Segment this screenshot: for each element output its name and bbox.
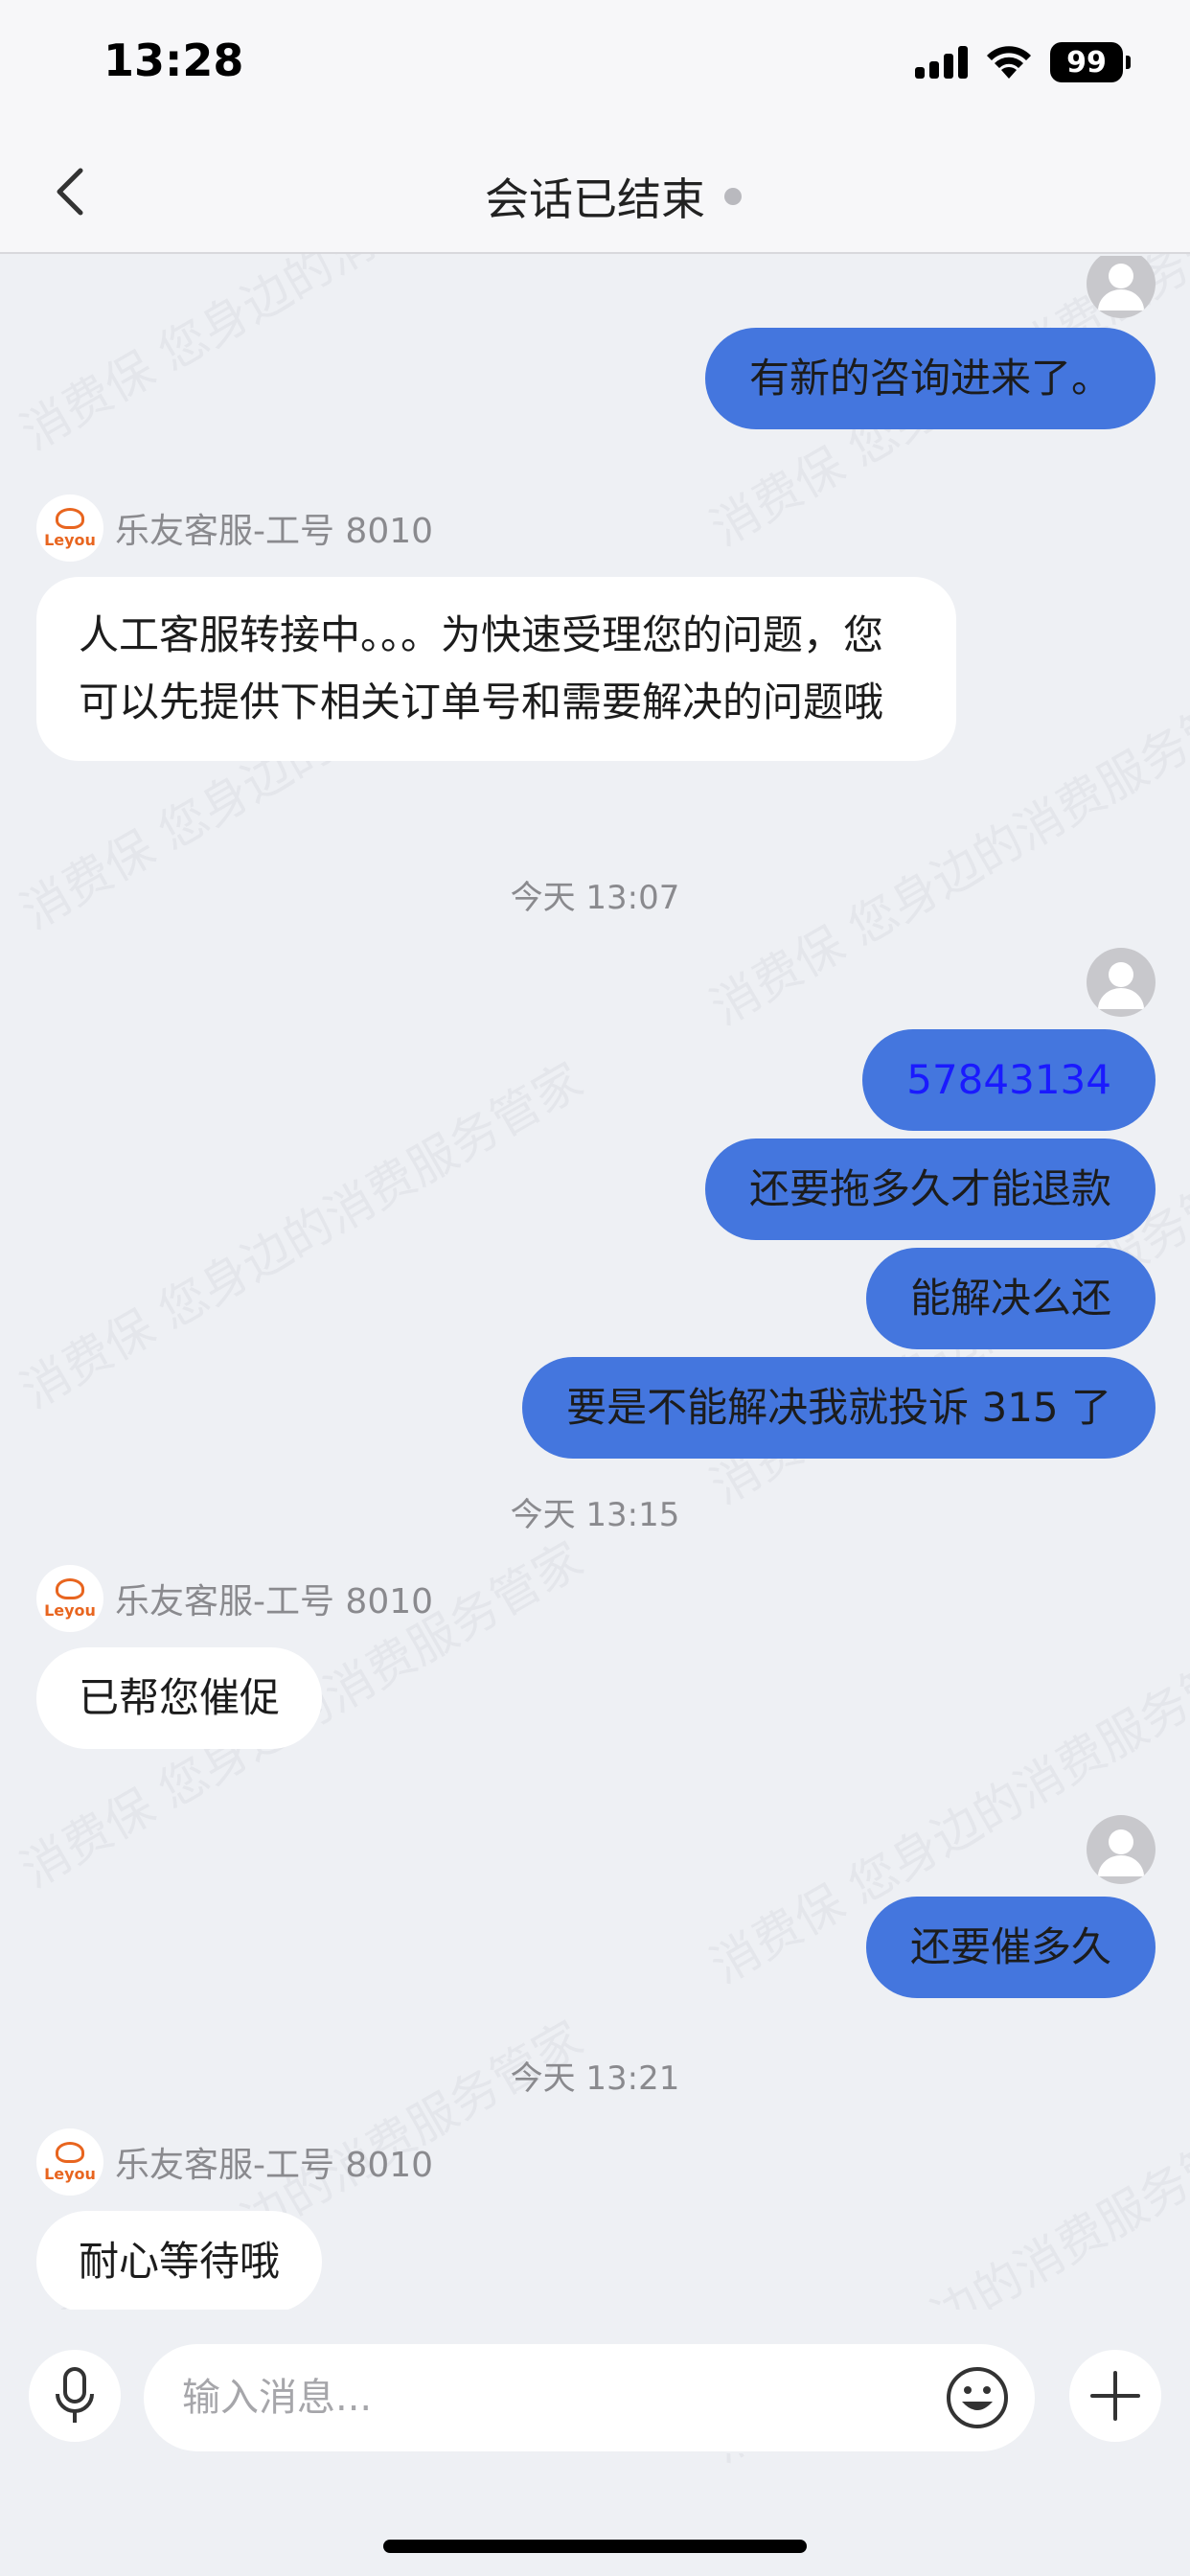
incoming-message: 人工客服转接中。。。为快速受理您的问题，您可以先提供下相关订单号和需要解决的问题…	[36, 577, 956, 761]
outgoing-message: 有新的咨询进来了。	[704, 328, 1156, 429]
page-title-text: 会话已结束	[485, 173, 705, 225]
voice-button[interactable]	[29, 2350, 121, 2442]
logo-text: Leyou	[44, 1600, 96, 1620]
leyou-logo-icon: Leyou	[36, 1565, 103, 1632]
user-avatar	[1087, 948, 1156, 1017]
timestamp: 今天 13:07	[510, 879, 680, 917]
agent-name: 乐友客服-工号 8010	[115, 1582, 434, 1622]
incoming-message: 耐心等待哦	[36, 2211, 323, 2310]
more-button[interactable]	[1069, 2350, 1161, 2442]
agent-header: Leyou 乐友客服-工号 8010	[36, 494, 433, 563]
status-time: 13:28	[103, 34, 244, 86]
battery-icon: 99	[1050, 42, 1131, 82]
agent-name: 乐友客服-工号 8010	[115, 512, 434, 551]
microphone-icon	[56, 2367, 94, 2423]
chat-area[interactable]: 有新的咨询进来了。 Leyou 乐友客服-工号 8010 人工客服转接中。。。为…	[0, 256, 1190, 2310]
outgoing-message: 要是不能解决我就投诉 315 了	[522, 1357, 1156, 1459]
user-avatar	[1087, 1815, 1156, 1884]
input-bar	[0, 2310, 1190, 2453]
home-indicator[interactable]	[383, 2540, 807, 2553]
status-bar: 13:28 99	[0, 0, 1190, 134]
signal-icon	[915, 46, 969, 79]
message-input[interactable]	[182, 2344, 853, 2451]
incoming-message: 已帮您催促	[36, 1647, 323, 1749]
plus-icon	[1090, 2371, 1140, 2421]
leyou-logo-icon: Leyou	[36, 2128, 103, 2196]
outgoing-message: 还要催多久	[865, 1897, 1156, 1998]
status-dot	[724, 188, 742, 205]
outgoing-message: 能解决么还	[865, 1248, 1156, 1349]
agent-name: 乐友客服-工号 8010	[115, 2146, 434, 2185]
leyou-logo-icon: Leyou	[36, 494, 103, 562]
agent-header: Leyou 乐友客服-工号 8010	[36, 1564, 433, 1633]
agent-header: Leyou 乐友客服-工号 8010	[36, 2128, 433, 2196]
user-avatar	[1087, 256, 1156, 318]
outgoing-message: 还要拖多久才能退款	[704, 1138, 1156, 1240]
logo-text: Leyou	[44, 530, 96, 549]
timestamp: 今天 13:21	[510, 2059, 680, 2098]
logo-text: Leyou	[44, 2164, 96, 2183]
timestamp: 今天 13:15	[510, 1496, 680, 1534]
nav-bar: 会话已结束	[0, 134, 1190, 254]
wifi-icon	[987, 46, 1031, 79]
message-input-container[interactable]	[144, 2344, 1035, 2451]
emoji-icon[interactable]	[945, 2365, 1010, 2430]
page-title: 会话已结束	[0, 165, 1190, 228]
order-number-link[interactable]: 57843134	[862, 1029, 1156, 1131]
